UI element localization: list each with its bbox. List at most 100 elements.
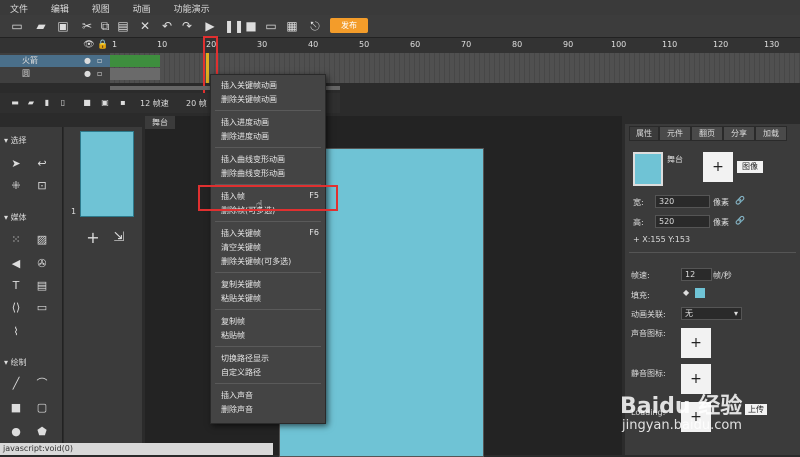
height-field[interactable]: 520 [655,215,710,228]
redo-icon[interactable]: ↷ [180,19,194,33]
menu-insert-progress-anim[interactable]: 插入进度动画 [221,117,269,128]
tab-properties[interactable]: 属性 [629,126,659,141]
eye-icon[interactable]: ● [84,55,91,67]
layer-row-circle[interactable]: 圆 ● ▫ [0,68,110,80]
menu-animation[interactable]: 动画 [123,0,161,15]
menu-delete-curve-anim[interactable]: 删除曲线变形动画 [221,168,285,179]
paint-bucket-icon[interactable]: ◆ [683,288,689,297]
preview-icon[interactable]: ▭ [264,19,278,33]
menu-delete-sound[interactable]: 删除声音 [221,404,253,415]
share-icon[interactable]: ⎋ [308,19,322,33]
menu-view[interactable]: 视图 [82,0,120,15]
menu-paste-frame[interactable]: 粘贴帧 [221,330,245,341]
add-sound-icon[interactable]: + [681,328,711,358]
keyframe-icon[interactable]: ■ [80,96,94,110]
menu-copy-keyframe[interactable]: 复制关键帧 [221,279,261,290]
menu-insert-keyframe-anim[interactable]: 插入关键帧动画 [221,80,277,91]
upload-button[interactable]: 上传 [745,404,767,415]
open-folder-icon[interactable]: ▰ [34,19,48,33]
menu-toggle-path[interactable]: 切换路径显示 [221,353,269,364]
code-tool-icon[interactable]: ⟨⟩ [9,301,23,315]
chart-tool-icon[interactable]: ⌇ [9,325,23,339]
circle-tool-icon[interactable]: ● [9,425,23,439]
menu-demo[interactable]: 功能演示 [164,0,220,15]
grid-tool-icon[interactable]: ⁙ [9,233,23,247]
cut-icon[interactable]: ✂ [80,19,94,33]
menu-insert-curve-anim[interactable]: 插入曲线变形动画 [221,154,285,165]
tab-share[interactable]: 分享 [723,126,755,141]
frame-icon[interactable]: ▪ [116,96,130,110]
undo-icon[interactable]: ↶ [160,19,174,33]
menu-file[interactable]: 文件 [0,0,38,15]
save-icon[interactable]: ▣ [56,19,70,33]
sound-tool-icon[interactable]: ◀ [9,257,23,271]
menu-delete-keyframe-anim[interactable]: 删除关键帧动画 [221,94,277,105]
fill-color-swatch[interactable] [695,288,705,298]
delete-icon[interactable]: ✕ [138,19,152,33]
menu-custom-path[interactable]: 自定义路径 [221,367,261,378]
curve-tool-icon[interactable]: ⌒ [35,377,49,391]
rect-tool-icon[interactable]: ■ [9,401,23,415]
menu-edit[interactable]: 编辑 [41,0,79,15]
menu-insert-sound[interactable]: 插入声音 [221,390,253,401]
polygon-tool-icon[interactable]: ⬟ [35,425,49,439]
eye-icon[interactable]: 👁 [82,38,96,52]
transform-tool-icon[interactable]: ⁜ [9,179,23,193]
crop-tool-icon[interactable]: ⊡ [35,179,49,193]
add-scene-icon[interactable]: + [86,230,100,246]
ruler-tick: 80 [512,40,523,49]
textbox-tool-icon[interactable]: ▤ [35,279,49,293]
line-tool-icon[interactable]: ╱ [9,377,23,391]
import-scene-icon[interactable]: ⇲ [112,231,126,245]
ruler-tick: 10 [157,40,168,49]
tab-load[interactable]: 加载 [755,126,787,141]
watermark-logo: Baidu 经验 [620,394,743,419]
arrow-tool-icon[interactable]: ➤ [9,157,23,171]
lock-icon[interactable]: 🔒 [96,38,110,52]
folder-icon[interactable]: ▰ [24,96,38,110]
scene-thumbnail[interactable] [80,131,134,217]
trash-icon[interactable]: ▯ [56,96,70,110]
width-field[interactable]: 320 [655,195,710,208]
web-tool-icon[interactable]: ▭ [35,301,49,315]
tab-pageturn[interactable]: 翻页 [691,126,723,141]
lock-icon[interactable]: ▫ [97,55,102,67]
play-icon[interactable]: ▶ [203,19,217,33]
image-tool-icon[interactable]: ▨ [35,233,49,247]
publish-button[interactable]: 发布 [330,18,368,33]
lasso-tool-icon[interactable]: ↩ [35,157,49,171]
lock-icon[interactable]: ▫ [97,68,102,80]
circle-frames[interactable] [110,68,160,80]
context-menu: 插入关键帧动画 删除关键帧动画 插入进度动画 删除进度动画 插入曲线变形动画 删… [210,74,326,424]
layer-row-rocket[interactable]: 火箭 ● ▫ [0,55,110,67]
pause-icon[interactable]: ❚❚ [224,19,244,33]
menu-paste-keyframe[interactable]: 粘贴关键帧 [221,293,261,304]
menu-delete-keyframe[interactable]: 删除关键帧(可多选) [221,256,291,267]
rocket-keyframes[interactable] [110,55,160,67]
add-layer-icon[interactable]: ▬ [8,96,22,110]
cursor-hand-icon: ☝ [256,198,263,211]
anim-link-select[interactable]: 无 ▾ [681,307,742,320]
tab-stage[interactable]: 舞台 [145,116,175,129]
qrcode-icon[interactable]: ▦ [285,19,299,33]
stop-icon[interactable]: ■ [244,19,258,33]
eye-icon[interactable]: ● [84,68,91,80]
copy-icon[interactable]: ⧉ [98,19,112,33]
tab-symbols[interactable]: 元件 [659,126,691,141]
paste-icon[interactable]: ▤ [116,19,130,33]
menu-clear-keyframe[interactable]: 清空关键帧 [221,242,261,253]
link-icon[interactable]: 🔗 [735,216,745,225]
link-icon[interactable]: 🔗 [735,196,745,205]
image-button[interactable]: 图像 [737,161,763,173]
onion-icon[interactable]: ▣ [98,96,112,110]
menu-insert-keyframe[interactable]: 插入关键帧 [221,228,261,239]
video-tool-icon[interactable]: ✇ [35,257,49,271]
new-file-icon[interactable]: ▭ [10,19,24,33]
menu-delete-progress-anim[interactable]: 删除进度动画 [221,131,269,142]
menu-copy-frame[interactable]: 复制帧 [221,316,245,327]
add-image-icon[interactable]: + [703,152,733,182]
text-tool-icon[interactable]: T [9,279,23,293]
rounded-rect-tool-icon[interactable]: ▢ [35,401,49,415]
fps-field[interactable]: 12 [681,268,712,281]
copy-layer-icon[interactable]: ▮ [40,96,54,110]
